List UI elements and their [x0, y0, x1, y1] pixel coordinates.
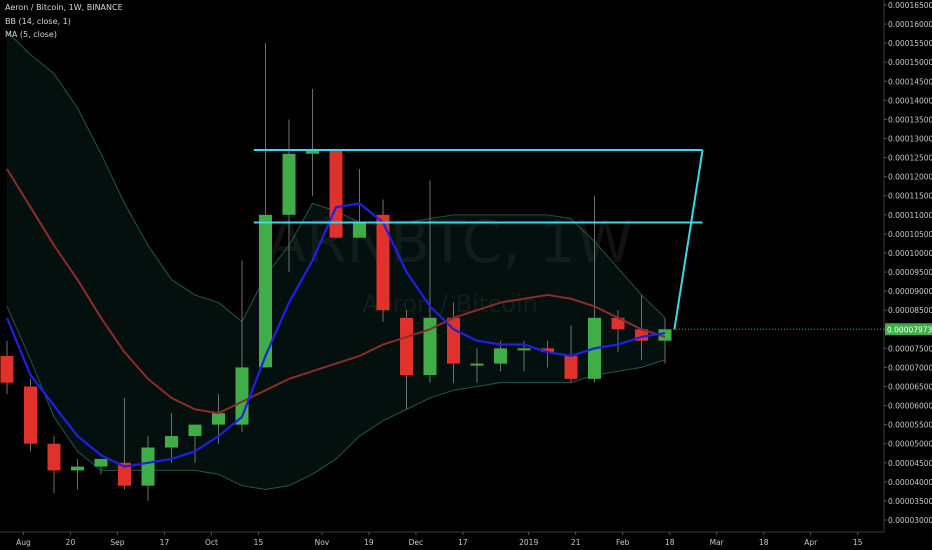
- price-tick-label: 0.00014500: [888, 77, 932, 86]
- time-tick-label: Oct: [205, 538, 218, 547]
- candle-body: [47, 443, 61, 471]
- candle-body: [517, 348, 531, 351]
- time-tick-label: 17: [458, 538, 468, 547]
- price-tick-label: 0.00011000: [888, 211, 932, 220]
- candle-body: [71, 466, 84, 471]
- price-tick-label: 0.00007000: [888, 363, 932, 372]
- price-tick-label: 0.00016000: [888, 20, 932, 29]
- price-tick-label: 0.00005000: [888, 440, 932, 449]
- candle-body: [212, 413, 225, 425]
- time-tick-label: Apr: [804, 538, 818, 547]
- legend-bb[interactable]: BB (14, close, 1): [5, 17, 71, 26]
- candle: [24, 378, 37, 452]
- last-price-label: 0.00007973: [887, 325, 932, 334]
- legend-ma[interactable]: MA (5, close): [5, 30, 57, 39]
- price-tick-label: 0.00010500: [888, 230, 932, 239]
- candle-body: [24, 386, 37, 444]
- price-tick-label: 0.00012000: [888, 173, 932, 182]
- price-tick-label: 0.00006500: [888, 382, 932, 391]
- candle-body: [376, 214, 390, 311]
- time-tick-label: Mar: [710, 538, 725, 547]
- candle-body: [282, 153, 296, 215]
- candle-body: [353, 222, 366, 238]
- time-tick-label: 15: [254, 538, 264, 547]
- time-tick-label: 18: [665, 538, 675, 547]
- candle-body: [329, 149, 343, 238]
- price-tick-label: 0.00012500: [888, 154, 932, 163]
- price-tick-label: 0.00013500: [888, 115, 932, 124]
- price-tick-label: 0.00009500: [888, 268, 932, 277]
- candle-body: [564, 355, 578, 379]
- candle-body: [494, 348, 507, 364]
- time-tick-label: 19: [364, 538, 374, 547]
- price-tick-label: 0.00010000: [888, 249, 932, 258]
- candle-body: [94, 458, 108, 467]
- time-tick-label: 2019: [519, 538, 538, 547]
- price-tick-label: 0.00004500: [888, 459, 932, 468]
- price-tick-label: 0.00009000: [888, 287, 932, 296]
- price-tick-label: 0.00015500: [888, 39, 932, 48]
- candle: [329, 149, 343, 238]
- candle-body: [0, 355, 14, 383]
- legend-symbol[interactable]: Aeron / Bitcoin, 1W, BINANCE: [5, 3, 123, 12]
- price-tick-label: 0.00014000: [888, 96, 932, 105]
- price-tick-label: 0.00016500: [888, 1, 932, 10]
- time-tick-label: 17: [160, 538, 170, 547]
- price-chart[interactable]: ARNBTC, 1W Aeron / Bitcoin 0.000165000.0…: [0, 0, 932, 550]
- candle-body: [470, 363, 484, 366]
- time-tick-label: Nov: [315, 538, 330, 547]
- price-tick-label: 0.00006000: [888, 402, 932, 411]
- time-tick-label: 15: [853, 538, 863, 547]
- time-tick-label: Feb: [616, 538, 630, 547]
- candle-body: [400, 317, 413, 376]
- price-tick-label: 0.00003000: [888, 516, 932, 525]
- price-tick-label: 0.00013000: [888, 135, 932, 144]
- time-tick-label: Aug: [16, 538, 31, 547]
- time-tick-label: Dec: [409, 538, 424, 547]
- time-tick-label: 21: [571, 538, 581, 547]
- candle-body: [141, 447, 155, 486]
- price-tick-label: 0.00015000: [888, 58, 932, 67]
- candle-body: [165, 436, 178, 448]
- candle-body: [188, 424, 202, 437]
- price-tick-label: 0.00007500: [888, 344, 932, 353]
- price-tick-label: 0.00011500: [888, 192, 932, 201]
- time-tick-label: 20: [66, 538, 76, 547]
- time-tick-label: 18: [759, 538, 769, 547]
- price-tick-label: 0.00004000: [888, 478, 932, 487]
- time-tick-label: Sep: [110, 538, 124, 547]
- price-tick-label: 0.00008500: [888, 306, 932, 315]
- price-tick-label: 0.00003500: [888, 497, 932, 506]
- price-tick-label: 0.00005500: [888, 421, 932, 430]
